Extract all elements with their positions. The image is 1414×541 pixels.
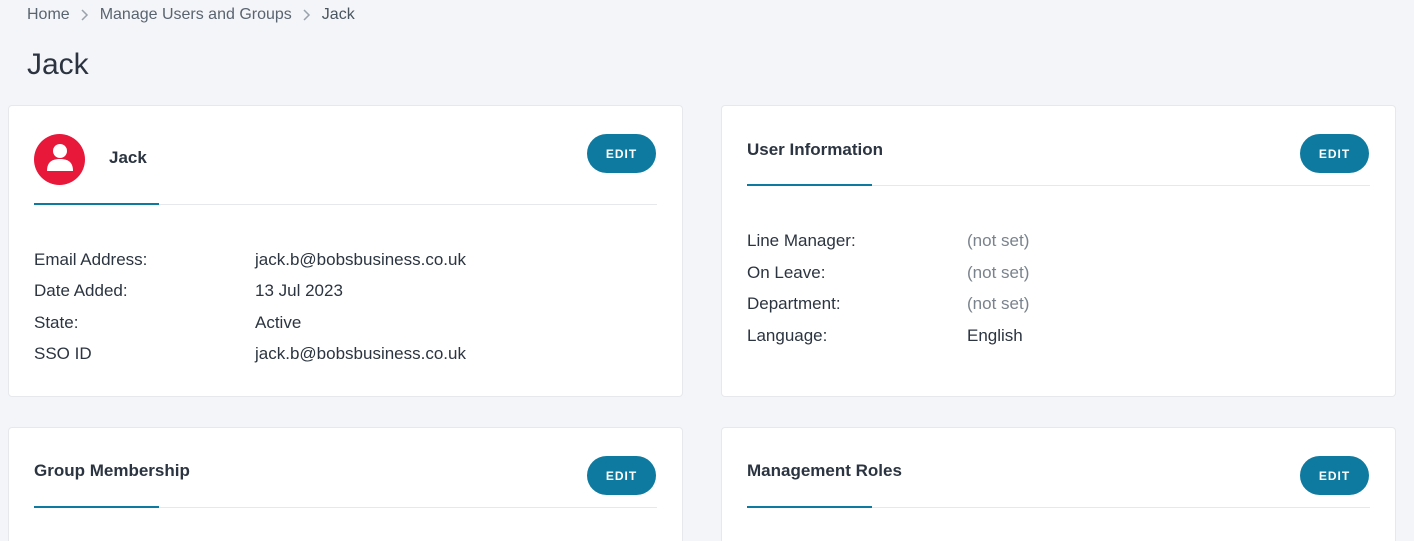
field-value: English: [967, 326, 1023, 345]
management-roles-card: Management Roles EDIT: [721, 427, 1396, 541]
info-row-sso-id-value: jack.b@bobsbusiness.co.uk: [255, 342, 466, 366]
card-divider: [34, 203, 657, 205]
field-label: Email Address:: [34, 250, 148, 269]
info-row-line-manager: Line Manager:: [747, 229, 856, 253]
field-value: (not set): [967, 263, 1030, 282]
breadcrumb-manage-users[interactable]: Manage Users and Groups: [100, 6, 292, 24]
field-label: Line Manager:: [747, 231, 856, 250]
edit-profile-button[interactable]: EDIT: [587, 134, 656, 173]
field-value: (not set): [967, 294, 1030, 313]
chevron-right-icon: [70, 9, 100, 21]
profile-name: Jack: [109, 148, 147, 167]
info-row-email: Email Address:: [34, 248, 147, 272]
info-row-sso-id: SSO ID: [34, 342, 92, 366]
field-label: Department:: [747, 294, 841, 313]
group-membership-card: Group Membership EDIT: [8, 427, 683, 541]
card-heading: Group Membership: [34, 461, 190, 480]
field-value: jack.b@bobsbusiness.co.uk: [255, 250, 466, 269]
edit-group-membership-button[interactable]: EDIT: [587, 456, 656, 495]
divider-accent: [747, 506, 872, 508]
info-row-state: State:: [34, 311, 78, 335]
field-label: SSO ID: [34, 344, 92, 363]
info-row-on-leave-value: (not set): [967, 261, 1029, 285]
profile-card: Jack EDIT Email Address: jack.b@bobsbusi…: [8, 105, 683, 397]
info-row-date-added: Date Added:: [34, 279, 128, 303]
info-row-date-added-value: 13 Jul 2023: [255, 279, 343, 303]
field-value: jack.b@bobsbusiness.co.uk: [255, 344, 466, 363]
breadcrumb-current: Jack: [321, 6, 355, 23]
user-information-card: User Information EDIT Line Manager: (not…: [721, 105, 1396, 397]
info-row-language-value: English: [967, 324, 1023, 348]
page-title: Jack: [27, 48, 89, 81]
user-icon: [46, 143, 73, 176]
card-heading: User Information: [747, 140, 884, 159]
info-row-line-manager-value: (not set): [967, 229, 1029, 253]
card-divider: [747, 506, 1370, 508]
field-value: (not set): [967, 231, 1030, 250]
info-row-on-leave: On Leave:: [747, 261, 825, 285]
breadcrumb: Home Manage Users and Groups Jack: [27, 4, 355, 26]
chevron-right-icon: [292, 9, 322, 21]
edit-user-information-button[interactable]: EDIT: [1300, 134, 1369, 173]
field-value: 13 Jul 2023: [255, 281, 343, 300]
info-row-department: Department:: [747, 292, 841, 316]
field-label: Date Added:: [34, 281, 128, 300]
field-label: Language:: [747, 326, 828, 345]
info-row-state-value: Active: [255, 311, 301, 335]
field-value: Active: [255, 313, 302, 332]
info-row-language: Language:: [747, 324, 827, 348]
card-divider: [34, 506, 657, 508]
info-row-email-value: jack.b@bobsbusiness.co.uk: [255, 248, 466, 272]
edit-management-roles-button[interactable]: EDIT: [1300, 456, 1369, 495]
field-label: On Leave:: [747, 263, 826, 282]
divider-accent: [34, 506, 159, 508]
card-divider: [747, 184, 1370, 186]
info-row-department-value: (not set): [967, 292, 1029, 316]
field-label: State:: [34, 313, 79, 332]
divider-accent: [34, 203, 159, 205]
divider-accent: [747, 184, 872, 186]
card-heading: Management Roles: [747, 461, 902, 480]
avatar: [34, 134, 85, 185]
breadcrumb-home[interactable]: Home: [27, 6, 70, 24]
